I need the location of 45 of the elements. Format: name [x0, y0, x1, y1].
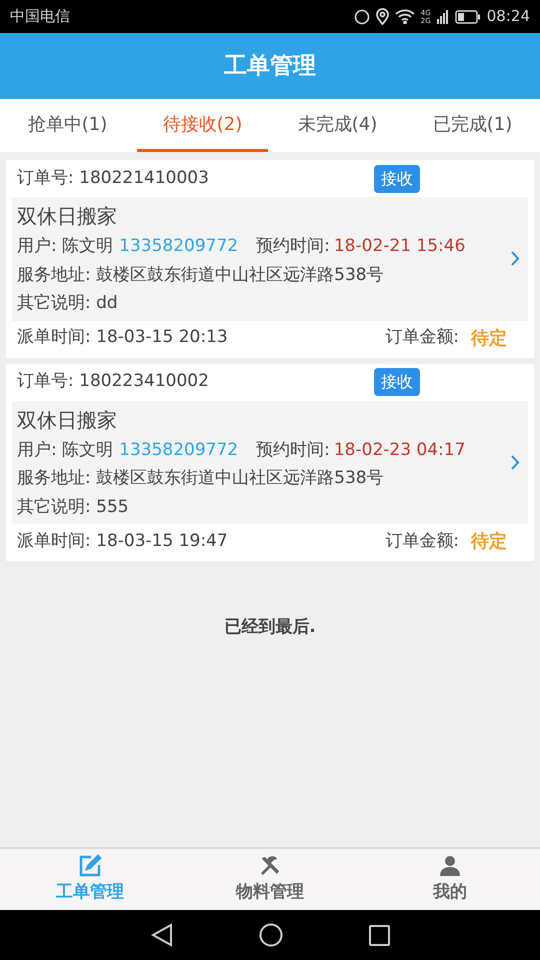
note-text: 其它说明: dd	[17, 292, 119, 315]
header-title: 工单管理	[224, 52, 316, 81]
nav-item[interactable]: 我的	[360, 849, 540, 910]
carrier-text: 中国电信	[10, 6, 70, 28]
wifi-icon	[394, 9, 415, 24]
accept-button[interactable]: 接收	[374, 164, 420, 192]
order-number: 订单号: 180223410002	[17, 370, 210, 394]
nav-item[interactable]: 物料管理	[180, 849, 360, 910]
tab[interactable]: 已完成(1)	[407, 99, 538, 152]
clock-text: 08:24	[486, 6, 530, 28]
user-text: 用户: 陈文明	[17, 438, 114, 462]
dispatch-time: 派单时间: 18-03-15 19:47	[17, 530, 229, 553]
address-text: 服务地址: 鼓楼区鼓东街道中山社区远洋路538号	[17, 264, 385, 286]
order-number: 订单号: 180221410003	[17, 166, 210, 190]
amount-label: 订单金额:	[385, 326, 459, 350]
user-icon	[438, 854, 462, 878]
user-text: 用户: 陈文明	[17, 235, 114, 258]
back-icon[interactable]	[150, 923, 172, 947]
home-icon[interactable]	[258, 923, 282, 947]
tab[interactable]: 待接收(2)	[137, 99, 268, 152]
end-message: 已经到最后.	[224, 616, 316, 639]
order-card[interactable]: 订单号: 180221410003 接收 双休日搬家 用户: 陈文明 13358209772 预约时间: 18-02-21 15:46 服务地址: 鼓楼区鼓东街道中山社区远洋路538号 其它说明: dd 派单时间: 18-03-15 20:13 订单金额: 待定	[6, 160, 534, 358]
dispatch-time: 派单时间: 18-03-15 20:13	[17, 326, 229, 350]
edit-icon	[78, 854, 102, 878]
order-card[interactable]: 订单号: 180223410002 接收 双休日搬家 用户: 陈文明 13358209772 预约时间: 18-02-23 04:17 服务地址: 鼓楼区鼓东街道中山社区远洋路538号 其它说明: 555 派单时间: 18-03-15 19:47 订单金额: 待定	[6, 364, 534, 561]
note-text: 其它说明: 555	[17, 496, 130, 518]
appointment-time: 18-02-21 15:46	[334, 235, 466, 258]
service-title: 双休日搬家	[17, 406, 118, 434]
signal-icon	[436, 10, 449, 24]
chevron-icon[interactable]	[511, 454, 520, 470]
appointment-label: 预约时间:	[256, 438, 330, 462]
chevron-icon[interactable]	[511, 251, 520, 266]
service-title: 双休日搬家	[17, 203, 118, 230]
location-icon	[376, 8, 389, 25]
tab[interactable]: 抢单中(1)	[2, 99, 133, 152]
recents-icon[interactable]	[368, 924, 390, 946]
appointment-time: 18-02-23 04:17	[334, 438, 466, 462]
tab[interactable]: 未完成(4)	[272, 99, 403, 152]
address-text: 服务地址: 鼓楼区鼓东街道中山社区远洋路538号	[17, 467, 385, 490]
amount-label: 订单金额:	[385, 530, 459, 553]
amount-value: 待定	[471, 326, 507, 350]
accept-button[interactable]: 接收	[374, 368, 420, 396]
appointment-label: 预约时间:	[256, 235, 330, 258]
amount-value: 待定	[471, 530, 507, 554]
battery-icon	[454, 10, 481, 24]
